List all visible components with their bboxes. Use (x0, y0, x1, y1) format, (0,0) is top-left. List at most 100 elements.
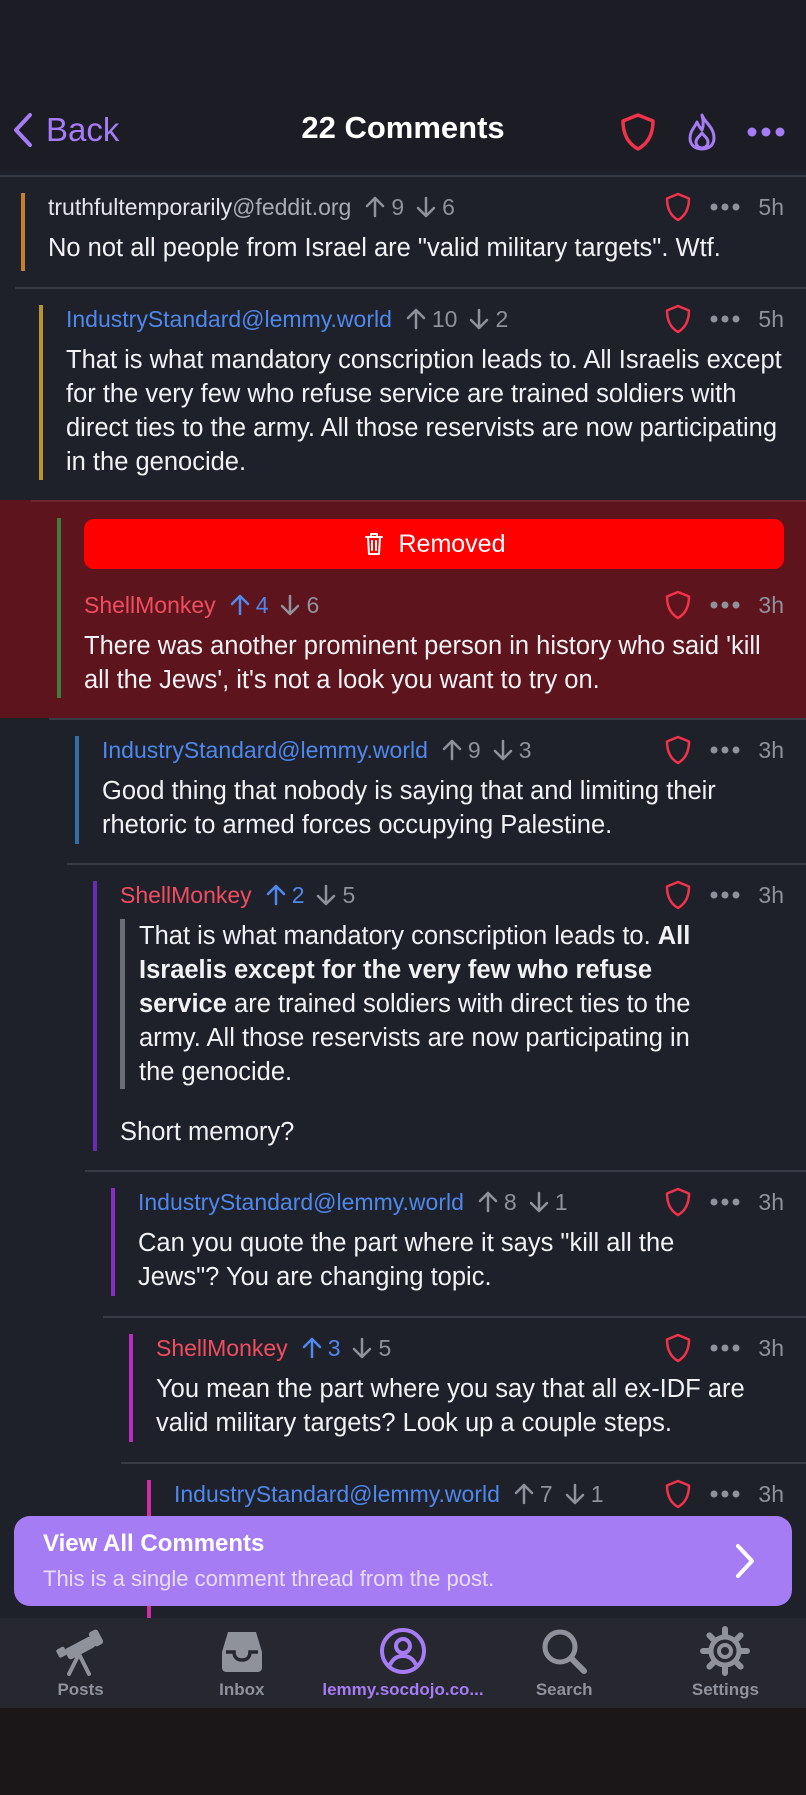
comment-instance[interactable]: @lemmy.world (277, 737, 428, 764)
comment-menu-button[interactable] (710, 1198, 740, 1206)
comment-username[interactable]: truthfultemporarily (48, 194, 232, 221)
banner-title: View All Comments (43, 1530, 265, 1557)
comment-menu-button[interactable] (710, 891, 740, 899)
comment-username[interactable]: IndustryStandard (66, 306, 241, 333)
upvote-button[interactable]: 10 (406, 306, 457, 333)
downvote-button[interactable]: 1 (565, 1480, 604, 1508)
comment-meta: 3h (646, 734, 784, 766)
upvote-button[interactable]: 3 (302, 1335, 340, 1362)
comment-instance[interactable]: @lemmy.world (313, 1189, 464, 1216)
downvote-count: 5 (342, 881, 356, 908)
comment-separator (31, 500, 806, 502)
comment-age: 5h (758, 305, 784, 332)
shield-icon (666, 1479, 691, 1509)
comment-instance[interactable]: @lemmy.world (241, 306, 392, 333)
vote-counts: 3 5 (302, 1335, 404, 1362)
arrow-up-icon (442, 739, 462, 761)
comment-meta: 3h (646, 1332, 784, 1364)
comment-username[interactable]: ShellMonkey (84, 592, 216, 619)
arrow-up-icon (230, 594, 249, 616)
upvote-count: 4 (255, 591, 269, 618)
inbox-icon (221, 1632, 262, 1672)
comment-item[interactable]: ShellMonkey 3 5 3h You mean the part whe… (0, 1316, 806, 1462)
comment-item-removed[interactable]: Removed ShellMonkey 4 6 3h There was ano… (0, 500, 806, 718)
comment-username[interactable]: IndustryStandard (102, 737, 277, 764)
comment-separator (85, 1170, 806, 1172)
shield-button[interactable] (664, 1187, 692, 1217)
upvote-button[interactable]: 4 (230, 591, 269, 619)
comment-username[interactable]: ShellMonkey (120, 882, 252, 909)
arrow-down-icon (416, 196, 436, 218)
tab-search[interactable]: Search (484, 1618, 645, 1708)
downvote-button[interactable]: 2 (469, 306, 508, 333)
more-horizontal-icon (710, 1344, 740, 1352)
comment-meta: 5h (646, 303, 784, 335)
telescope-icon (55, 1629, 103, 1676)
comment-instance[interactable]: @feddit.org (232, 194, 351, 221)
comment-menu-button[interactable] (710, 315, 740, 323)
flame-button[interactable] (680, 110, 724, 154)
block-shield-button[interactable] (616, 110, 660, 154)
comment-age: 3h (758, 1480, 784, 1507)
comment-menu-button[interactable] (710, 1490, 740, 1498)
comment-item[interactable]: IndustryStandard @lemmy.world 8 1 3h Can … (0, 1170, 806, 1316)
tab-settings[interactable]: Settings (645, 1618, 806, 1708)
comment-header: IndustryStandard @lemmy.world 10 2 (66, 303, 520, 335)
tab-posts[interactable]: Posts (0, 1618, 161, 1708)
upvote-button[interactable]: 2 (266, 881, 305, 909)
comment-instance[interactable]: @lemmy.world (349, 1481, 500, 1508)
downvote-button[interactable]: 1 (529, 1189, 567, 1216)
shield-icon (666, 880, 691, 910)
comment-separator (103, 1316, 806, 1318)
downvote-button[interactable]: 5 (352, 1335, 391, 1362)
comment-item[interactable]: IndustryStandard @lemmy.world 10 2 5h Tha… (0, 287, 806, 500)
upvote-count: 2 (291, 881, 305, 908)
vote-counts: 9 6 (365, 194, 467, 221)
comment-menu-button[interactable] (710, 203, 740, 211)
downvote-count: 1 (590, 1480, 604, 1507)
comment-separator (121, 1462, 806, 1464)
system-navigation-area (0, 1708, 806, 1795)
arrow-up-icon (406, 308, 426, 330)
comment-meta: 3h (646, 1186, 784, 1218)
upvote-button[interactable]: 7 (514, 1481, 553, 1508)
comment-username[interactable]: IndustryStandard (138, 1189, 313, 1216)
comment-separator (49, 718, 806, 720)
thread-depth-bar (93, 881, 97, 1151)
comment-body: That is what mandatory conscription lead… (66, 346, 782, 476)
downvote-button[interactable]: 3 (493, 737, 531, 764)
shield-button[interactable] (664, 590, 692, 620)
tab-label: Posts (57, 1680, 104, 1699)
comment-item[interactable]: truthfultemporarily @feddit.org 9 6 5h No… (0, 175, 806, 287)
shield-button[interactable] (664, 1333, 692, 1363)
downvote-button[interactable]: 6 (416, 194, 455, 221)
comment-menu-button[interactable] (710, 746, 740, 754)
shield-button[interactable] (664, 304, 692, 334)
tab-label: Inbox (219, 1680, 265, 1699)
downvote-button[interactable]: 6 (280, 592, 319, 619)
shield-button[interactable] (664, 1479, 692, 1509)
tab-account[interactable]: lemmy.socdojo.co... (322, 1618, 484, 1708)
shield-button[interactable] (664, 735, 692, 765)
comment-username[interactable]: IndustryStandard (174, 1481, 349, 1508)
comment-meta: 3h (646, 1478, 784, 1510)
comment-header: IndustryStandard @lemmy.world 8 1 (138, 1186, 579, 1218)
comment-menu-button[interactable] (710, 601, 740, 609)
comment-header: IndustryStandard @lemmy.world 9 3 (102, 734, 543, 766)
comment-username[interactable]: ShellMonkey (156, 1335, 288, 1362)
removed-indicator-button[interactable]: Removed (84, 519, 784, 569)
comment-item[interactable]: ShellMonkey 2 5 3h That is what mandator… (0, 863, 806, 1170)
upvote-button[interactable]: 8 (478, 1189, 517, 1216)
view-all-comments-banner[interactable]: View All Comments This is a single comme… (14, 1516, 792, 1606)
shield-button[interactable] (664, 192, 692, 222)
downvote-button[interactable]: 5 (316, 882, 355, 909)
comment-item[interactable]: IndustryStandard @lemmy.world 9 3 3h Good… (0, 718, 806, 863)
upvote-button[interactable]: 9 (442, 737, 481, 764)
comment-menu-button[interactable] (710, 1344, 740, 1352)
more-options-button[interactable] (744, 110, 788, 154)
account-icon (379, 1628, 426, 1674)
upvote-button[interactable]: 9 (365, 194, 404, 221)
comment-meta: 5h (646, 191, 784, 223)
tab-inbox[interactable]: Inbox (161, 1618, 322, 1708)
shield-button[interactable] (664, 880, 692, 910)
